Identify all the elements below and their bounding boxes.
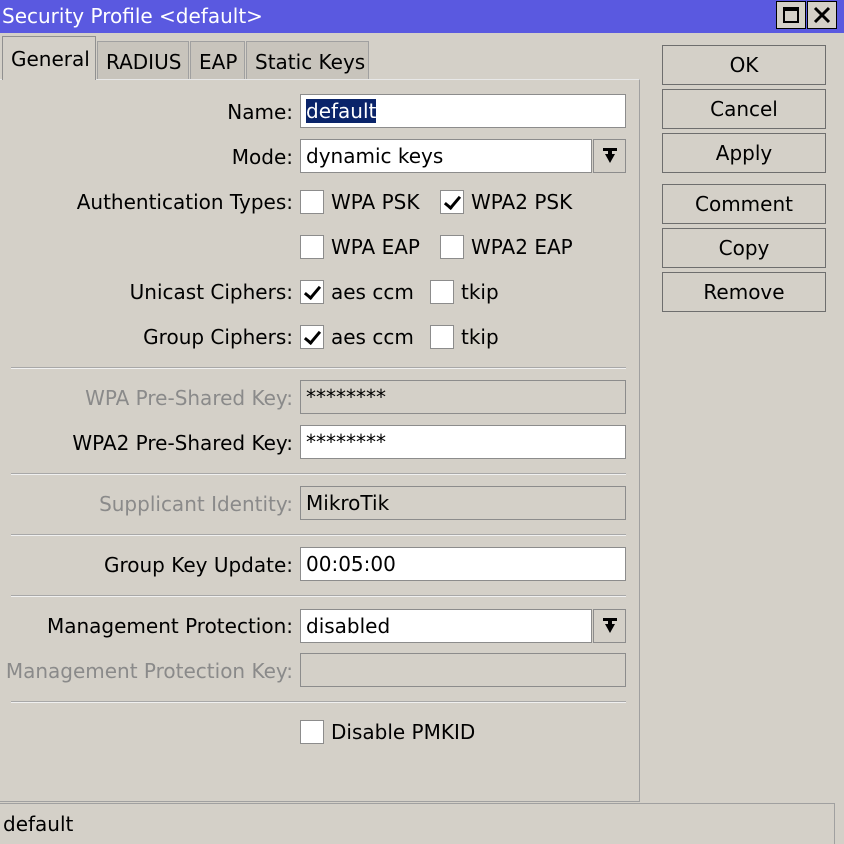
tab-label: EAP [199, 50, 238, 74]
supplicant-identity-label: Supplicant Identity: [99, 492, 293, 516]
maximize-button[interactable] [776, 1, 806, 29]
unicast-aes-label: aes ccm [331, 280, 414, 304]
management-protection-select[interactable]: disabled [300, 609, 592, 643]
unicast-tkip-checkbox[interactable] [430, 280, 454, 304]
close-icon [813, 6, 831, 24]
copy-button[interactable]: Copy [662, 228, 826, 268]
tab-eap[interactable]: EAP [190, 41, 245, 79]
divider [11, 534, 626, 536]
mode-select[interactable]: dynamic keys [300, 139, 592, 173]
group-aes-checkbox[interactable] [300, 325, 324, 349]
unicast-aes-checkbox[interactable] [300, 280, 324, 304]
disable-pmkid-label: Disable PMKID [331, 720, 476, 744]
wpa2-key-input[interactable]: ******** [300, 425, 626, 459]
wpa2-eap-checkbox[interactable] [440, 235, 464, 259]
wpa-key-input: ******** [300, 380, 626, 414]
wpa-eap-label: WPA EAP [331, 235, 420, 259]
tab-radius[interactable]: RADIUS [97, 41, 189, 79]
auth-types-label: Authentication Types: [76, 190, 293, 214]
ok-button[interactable]: OK [662, 45, 826, 85]
disable-pmkid-checkbox[interactable] [300, 720, 324, 744]
name-label: Name: [227, 100, 293, 124]
wpa-key-label: WPA Pre-Shared Key: [85, 386, 293, 410]
status-text: default [3, 812, 74, 836]
divider [11, 473, 626, 475]
divider [11, 701, 626, 703]
divider [11, 595, 626, 597]
cancel-button[interactable]: Cancel [662, 89, 826, 129]
tab-general[interactable]: General [2, 36, 96, 80]
wpa-psk-checkbox[interactable] [300, 190, 324, 214]
maximize-icon [783, 7, 799, 23]
management-protection-label: Management Protection: [46, 614, 293, 638]
tab-label: RADIUS [106, 50, 182, 74]
unicast-tkip-label: tkip [461, 280, 499, 304]
title-bar[interactable]: Security Profile <default> [0, 0, 844, 33]
group-key-update-label: Group Key Update: [103, 553, 293, 577]
group-aes-label: aes ccm [331, 325, 414, 349]
status-bar: default [0, 803, 835, 844]
dropdown-arrow-icon [602, 618, 617, 633]
wpa2-key-label: WPA2 Pre-Shared Key: [72, 431, 293, 455]
management-protection-dropdown-button[interactable] [593, 609, 626, 643]
group-tkip-checkbox[interactable] [430, 325, 454, 349]
tab-label: General [11, 47, 90, 71]
apply-button[interactable]: Apply [662, 133, 826, 173]
name-input[interactable]: default [300, 94, 626, 128]
unicast-ciphers-label: Unicast Ciphers: [129, 280, 293, 304]
window-title: Security Profile <default> [2, 4, 263, 28]
management-protection-key-label: Management Protection Key: [5, 659, 293, 683]
wpa2-eap-label: WPA2 EAP [471, 235, 573, 259]
divider [11, 367, 626, 369]
group-tkip-label: tkip [461, 325, 499, 349]
name-value: default [306, 99, 377, 123]
remove-button[interactable]: Remove [662, 272, 826, 312]
comment-button[interactable]: Comment [662, 184, 826, 224]
dropdown-arrow-icon [602, 148, 617, 163]
wpa2-psk-checkbox[interactable] [440, 190, 464, 214]
wpa2-psk-label: WPA2 PSK [471, 190, 573, 214]
tab-label: Static Keys [255, 50, 366, 74]
mode-label: Mode: [231, 145, 293, 169]
mode-dropdown-button[interactable] [593, 139, 626, 173]
supplicant-identity-input: MikroTik [300, 486, 626, 520]
close-button[interactable] [807, 1, 837, 29]
wpa-psk-label: WPA PSK [331, 190, 420, 214]
group-ciphers-label: Group Ciphers: [143, 325, 293, 349]
security-profile-window: Security Profile <default> General RADIU… [0, 0, 844, 844]
group-key-update-input[interactable]: 00:05:00 [300, 547, 626, 581]
tab-static-keys[interactable]: Static Keys [246, 41, 369, 79]
management-protection-key-input [300, 653, 626, 687]
wpa-eap-checkbox[interactable] [300, 235, 324, 259]
